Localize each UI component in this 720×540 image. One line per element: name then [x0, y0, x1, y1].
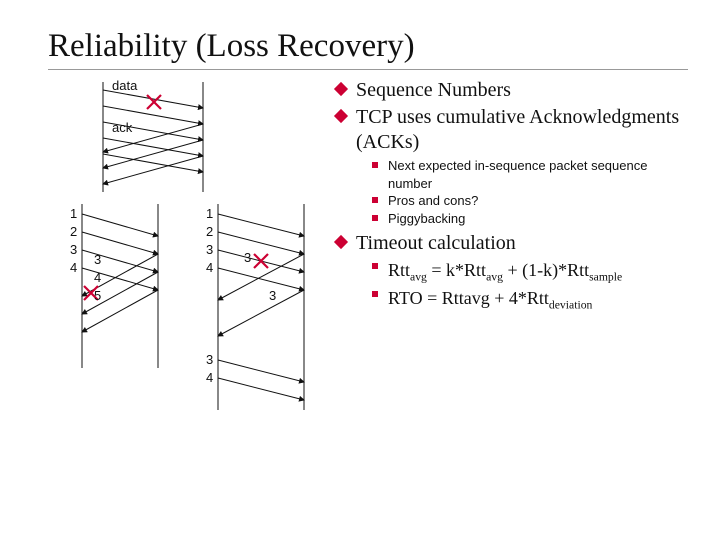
sub-bullets-timeout: Rttavg = k*Rttavg + (1-k)*Rttsample RTO … [372, 258, 692, 313]
sub-next-expected: Next expected in-sequence packet sequenc… [372, 157, 692, 192]
rtt-mid2: + (1-k)*Rtt [503, 260, 589, 280]
ack-5: 5 [94, 288, 101, 303]
rto-sub1: deviation [549, 298, 593, 311]
loss-mark-icon [254, 254, 268, 268]
rtt-sub2: avg [486, 271, 503, 284]
diagram-column: data ack [48, 78, 328, 415]
loss-mark-icon [147, 95, 161, 109]
diagram-retransmit: 1 2 3 4 3 3 3 4 [184, 200, 324, 415]
seq-2: 2 [70, 224, 77, 239]
rto-pre: RTO = Rttavg + 4*Rtt [388, 288, 549, 308]
ack-3: 3 [94, 252, 101, 267]
main-bullets: Sequence Numbers TCP uses cumulative Ack… [334, 78, 692, 155]
rtt-mid1: = k*Rtt [427, 260, 486, 280]
retx-3: 3 [206, 352, 213, 367]
seq-4: 4 [70, 260, 77, 275]
data-label: data [112, 78, 138, 93]
slide-title: Reliability (Loss Recovery) [48, 28, 692, 65]
seq-2: 2 [206, 224, 213, 239]
seq-4: 4 [206, 260, 213, 275]
diagram-basic-data-ack: data ack [48, 78, 328, 196]
seq-3: 3 [70, 242, 77, 257]
ack-3b: 3 [269, 288, 276, 303]
seq-3: 3 [206, 242, 213, 257]
ack-4: 4 [94, 270, 101, 285]
content-row: data ack [48, 78, 692, 415]
main-bullets-2: Timeout calculation [334, 231, 692, 256]
bullet-cumulative-acks: TCP uses cumulative Acknowledgments (ACK… [334, 105, 692, 155]
retx-4: 4 [206, 370, 213, 385]
bullet-column: Sequence Numbers TCP uses cumulative Ack… [334, 78, 692, 415]
rtt-pre: Rtt [388, 260, 410, 280]
sub-pros-cons: Pros and cons? [372, 192, 692, 210]
diagram-cumulative-ack: 1 2 3 4 3 4 5 [48, 200, 178, 415]
rtt-sub3: sample [589, 271, 622, 284]
title-rule [48, 69, 688, 70]
sub-rtt-formula: Rttavg = k*Rttavg + (1-k)*Rttsample [372, 258, 692, 285]
ack-3a: 3 [244, 250, 251, 265]
bullet-timeout-calc: Timeout calculation [334, 231, 692, 256]
slide: Reliability (Loss Recovery) [0, 0, 720, 540]
seq-1: 1 [206, 206, 213, 221]
rtt-sub1: avg [410, 271, 427, 284]
sub-piggybacking: Piggybacking [372, 210, 692, 228]
bullet-sequence-numbers: Sequence Numbers [334, 78, 692, 103]
ack-label: ack [112, 120, 133, 135]
seq-1: 1 [70, 206, 77, 221]
sub-bullets-acks: Next expected in-sequence packet sequenc… [372, 157, 692, 227]
sub-rto-formula: RTO = Rttavg + 4*Rttdeviation [372, 286, 692, 313]
